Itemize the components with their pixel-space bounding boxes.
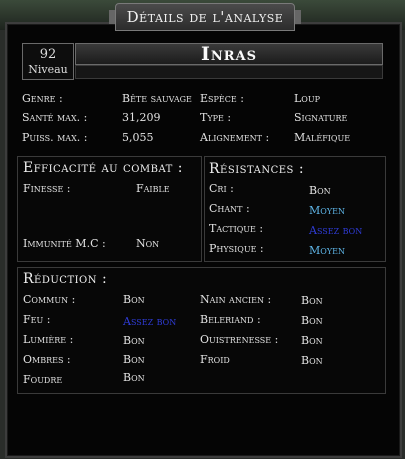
stat-health-value: 31,209 <box>122 111 161 124</box>
level-label: Niveau <box>28 63 68 76</box>
red-ouistrenesse-value: Bon <box>301 334 323 347</box>
res-tactique-value: Assez bon <box>309 224 363 237</box>
reduction-panel: Réduction : Commun : Bon Feu : Assez bon… <box>17 267 386 394</box>
res-physique-value: Moyen <box>309 244 345 257</box>
stat-health-label: Santé max. : <box>22 111 88 124</box>
red-foudre-label: Foudre <box>23 373 63 386</box>
red-lumiere-value: Bon <box>123 334 145 347</box>
finesse-value: Faible <box>136 182 170 195</box>
red-commun-label: Commun : <box>23 293 76 306</box>
stat-power-label: Puiss. max. : <box>22 131 88 144</box>
resistances-title: Résistances : <box>209 161 305 177</box>
level-value: 92 <box>39 47 57 62</box>
stat-species-label: Espèce : <box>200 92 244 105</box>
stat-genre-value: Bête sauvage <box>122 92 192 105</box>
red-ouistrenesse-label: Ouistrenesse : <box>200 333 279 346</box>
red-lumiere-label: Lumière : <box>23 333 74 346</box>
red-nain-label: Nain ancien : <box>200 293 272 306</box>
target-name: Inras <box>75 43 383 65</box>
tab-right-cap <box>295 10 301 24</box>
stat-power-value: 5,055 <box>122 131 154 144</box>
stat-type-label: Type : <box>200 111 232 124</box>
res-chant-value: Moyen <box>309 204 345 217</box>
name-subbar <box>75 65 383 79</box>
combat-title: Efficacité au combat : <box>23 160 183 176</box>
level-box: 92 Niveau <box>22 43 74 80</box>
res-physique-label: Physique : <box>209 242 264 255</box>
red-ombres-label: Ombres : <box>23 353 71 366</box>
res-cri-value: Bon <box>309 184 331 197</box>
red-foudre-value: Bon <box>123 371 145 384</box>
stat-alignment-value: Maléfique <box>294 131 351 144</box>
window-title-tab[interactable]: Détails de l'analyse <box>109 3 301 31</box>
stat-genre-label: Genre : <box>22 92 63 105</box>
immunity-value: Non <box>136 237 160 250</box>
reduction-title: Réduction : <box>23 271 108 287</box>
stat-type-value: Signature <box>294 111 348 124</box>
red-beleriand-value: Bon <box>301 314 323 327</box>
window-title: Détails de l'analyse <box>126 8 284 26</box>
resistances-panel: Résistances : Cri : Bon Chant : Moyen Ta… <box>204 156 386 262</box>
res-chant-label: Chant : <box>209 202 250 215</box>
stat-species-value: Loup <box>294 92 320 105</box>
red-nain-value: Bon <box>301 294 323 307</box>
res-cri-label: Cri : <box>209 182 234 195</box>
red-froid-value: Bon <box>301 354 323 367</box>
red-froid-label: Froid <box>200 353 230 366</box>
red-ombres-value: Bon <box>123 353 145 366</box>
red-commun-value: Bon <box>123 293 145 306</box>
red-feu-label: Feu : <box>23 313 51 326</box>
tab-left-cap <box>109 10 115 24</box>
red-beleriand-label: Beleriand : <box>200 313 261 326</box>
immunity-label: Immunité M.C : <box>23 237 106 250</box>
stat-alignment-label: Alignement : <box>200 131 270 144</box>
finesse-label: Finesse : <box>23 182 71 195</box>
res-tactique-label: Tactique : <box>209 222 264 235</box>
red-feu-value: Assez bon <box>123 315 177 328</box>
combat-panel: Efficacité au combat : Finesse : Faible … <box>17 156 202 262</box>
